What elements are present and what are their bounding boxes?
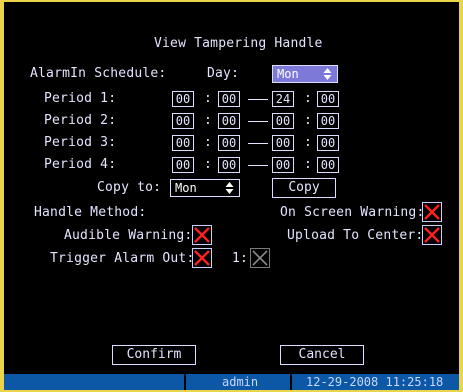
period-3-end-hour[interactable]: 00 — [272, 135, 294, 151]
period-2-end-minute[interactable]: 00 — [317, 113, 339, 129]
gray-x-icon — [252, 250, 268, 266]
period-4-end-minute[interactable]: 00 — [317, 157, 339, 173]
time-colon: : — [204, 135, 212, 150]
time-colon: : — [304, 157, 312, 172]
red-x-icon — [194, 250, 210, 266]
copy-button[interactable]: Copy — [272, 178, 336, 198]
period-2-label: Period 2: — [44, 113, 117, 128]
alarmin-schedule-label: AlarmIn Schedule: — [30, 66, 167, 81]
period-3-end-minute[interactable]: 00 — [317, 135, 339, 151]
period-1-start-minute[interactable]: 00 — [218, 91, 240, 107]
red-x-icon — [424, 204, 440, 220]
status-datetime: 12-29-2008 11:25:18 — [306, 375, 444, 389]
cancel-button[interactable]: Cancel — [280, 345, 364, 365]
period-3-label: Period 3: — [44, 135, 117, 150]
status-divider — [290, 374, 292, 390]
copy-to-select[interactable]: Mon — [170, 179, 240, 197]
copy-to-select-value: Mon — [175, 181, 197, 195]
time-colon: : — [304, 135, 312, 150]
upload-to-center-checkbox[interactable] — [422, 225, 442, 245]
on-screen-warning-label: On Screen Warning: — [280, 205, 425, 220]
dvr-screen: View Tampering Handle AlarmIn Schedule: … — [4, 2, 459, 390]
time-colon: : — [204, 113, 212, 128]
period-2-start-hour[interactable]: 00 — [172, 113, 194, 129]
alarm-out-1-checkbox[interactable] — [250, 248, 270, 268]
period-4-start-minute[interactable]: 00 — [218, 157, 240, 173]
day-select[interactable]: Mon — [272, 65, 338, 83]
up-down-arrow-icon — [323, 67, 332, 81]
day-select-value: Mon — [277, 67, 299, 81]
period-1-end-minute[interactable]: 00 — [317, 91, 339, 107]
period-4-start-hour[interactable]: 00 — [172, 157, 194, 173]
red-x-icon — [424, 227, 440, 243]
period-1-label: Period 1: — [44, 91, 117, 106]
time-range-dash — [248, 99, 268, 100]
page-title: View Tampering Handle — [154, 36, 323, 51]
period-1-start-hour[interactable]: 00 — [172, 91, 194, 107]
time-range-dash — [248, 143, 268, 144]
period-3-start-minute[interactable]: 00 — [218, 135, 240, 151]
period-4-label: Period 4: — [44, 157, 117, 172]
day-label: Day: — [207, 66, 240, 81]
trigger-alarm-out-label: Trigger Alarm Out: — [50, 251, 195, 266]
trigger-alarm-out-checkbox[interactable] — [192, 248, 212, 268]
audible-warning-label: Audible Warning: — [64, 228, 193, 243]
audible-warning-checkbox[interactable] — [192, 225, 212, 245]
time-colon: : — [304, 91, 312, 106]
period-4-end-hour[interactable]: 00 — [272, 157, 294, 173]
time-range-dash — [248, 121, 268, 122]
red-x-icon — [194, 227, 210, 243]
time-colon: : — [304, 113, 312, 128]
time-colon: : — [204, 157, 212, 172]
period-1-end-hour[interactable]: 24 — [272, 91, 294, 107]
confirm-button[interactable]: Confirm — [112, 345, 196, 365]
alarm-out-1-label: 1: — [232, 251, 249, 266]
time-range-dash — [248, 165, 268, 166]
handle-method-label: Handle Method: — [34, 205, 147, 220]
period-3-start-hour[interactable]: 00 — [172, 135, 194, 151]
up-down-arrow-icon — [225, 181, 234, 195]
status-divider — [184, 374, 186, 390]
period-2-start-minute[interactable]: 00 — [218, 113, 240, 129]
status-bar: admin 12-29-2008 11:25:18 — [4, 374, 459, 390]
period-2-end-hour[interactable]: 00 — [272, 113, 294, 129]
time-colon: : — [204, 91, 212, 106]
copy-to-label: Copy to: — [97, 180, 162, 195]
status-user: admin — [222, 375, 259, 389]
on-screen-warning-checkbox[interactable] — [422, 202, 442, 222]
upload-to-center-label: Upload To Center: — [287, 228, 424, 243]
